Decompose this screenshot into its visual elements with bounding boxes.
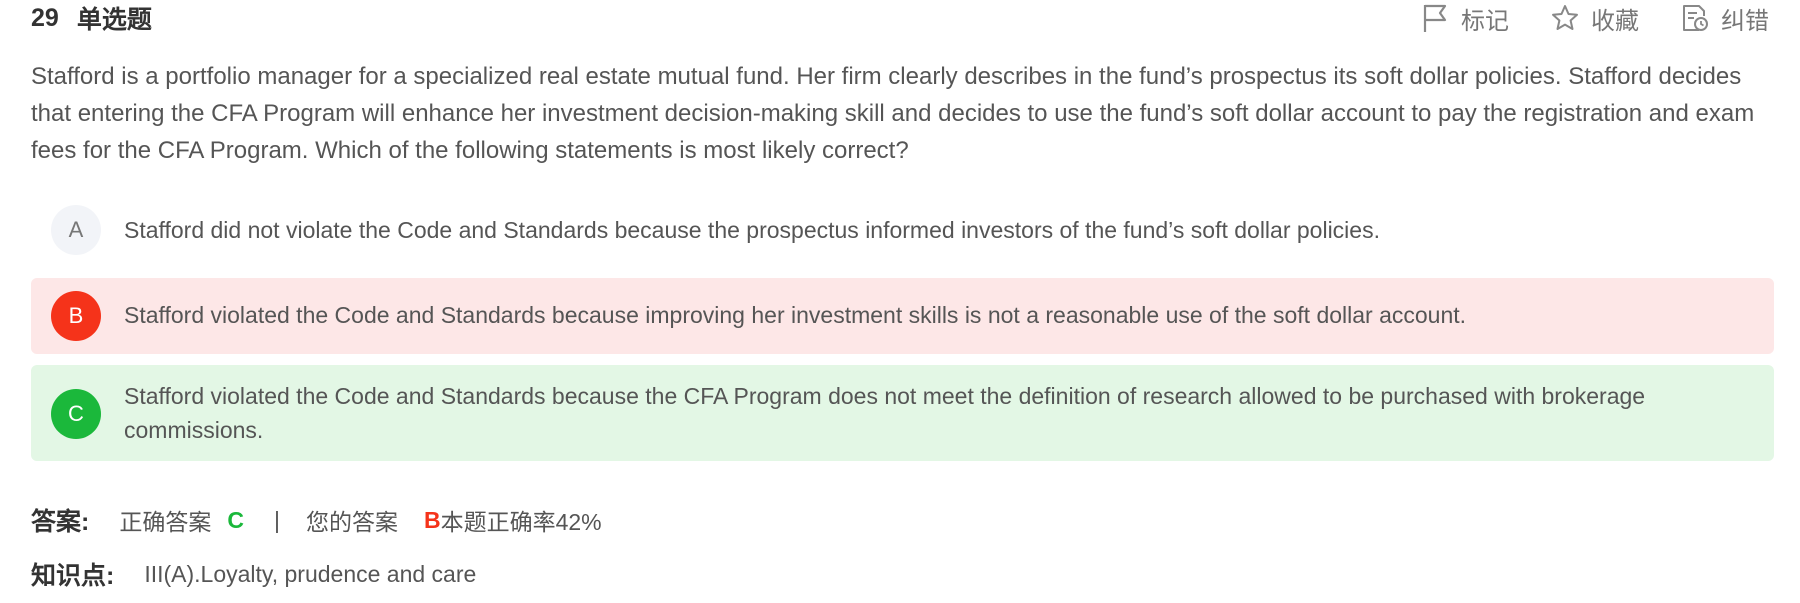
mark-label: 标记 [1461,7,1509,35]
document-clock-icon [1683,5,1708,31]
knowledge-point-label: 知识点: [31,562,115,590]
knowledge-point-row: 知识点: III(A).Loyalty, prudence and care [31,556,476,592]
question-type: 单选题 [76,6,152,34]
question-actions: 标记 收藏 纠错 [1379,1,1769,36]
your-answer-prefix: 您的答案 [305,509,398,535]
option-c[interactable]: C Stafford violated the Code and Standar… [31,365,1774,461]
your-answer-letter: B [423,506,441,533]
answer-separator: | [273,506,280,533]
option-b-text: Stafford violated the Code and Standards… [124,302,1467,328]
mark-button[interactable]: 标记 [1421,1,1509,36]
question-stem: Stafford is a portfolio manager for a sp… [31,63,1755,164]
question-title: 29 单选题 [31,0,152,36]
option-b[interactable]: B Stafford violated the Code and Standar… [31,278,1774,354]
option-a-text: Stafford did not violate the Code and St… [124,217,1380,243]
correct-answer-prefix: 正确答案 [119,509,212,535]
flag-icon [1423,4,1447,32]
option-c-letter: C [51,389,101,439]
accuracy-text: 本题正确率42% [440,509,602,535]
correct-answer-letter: C [227,506,244,533]
option-a[interactable]: A Stafford did not violate the Code and … [31,196,1774,264]
knowledge-point-value: III(A).Loyalty, prudence and care [144,560,477,587]
answer-row: 答案: 正确答案 C | 您的答案 B 本题正确率42% [31,502,602,538]
report-error-button[interactable]: 纠错 [1681,1,1769,36]
question-header: 29 单选题 标记 收藏 纠错 [31,0,1769,36]
question-page: 29 单选题 标记 收藏 纠错 Stafford is a portfolio … [0,0,1800,603]
favorite-button[interactable]: 收藏 [1551,1,1639,36]
option-c-text: Stafford violated the Code and Standards… [124,383,1646,443]
star-icon [1552,5,1578,30]
question-number: 29 [31,3,59,32]
favorite-label: 收藏 [1591,7,1639,35]
option-b-letter: B [51,291,101,341]
option-a-letter: A [51,205,101,255]
answer-label: 答案: [31,508,90,536]
report-error-label: 纠错 [1721,7,1769,35]
